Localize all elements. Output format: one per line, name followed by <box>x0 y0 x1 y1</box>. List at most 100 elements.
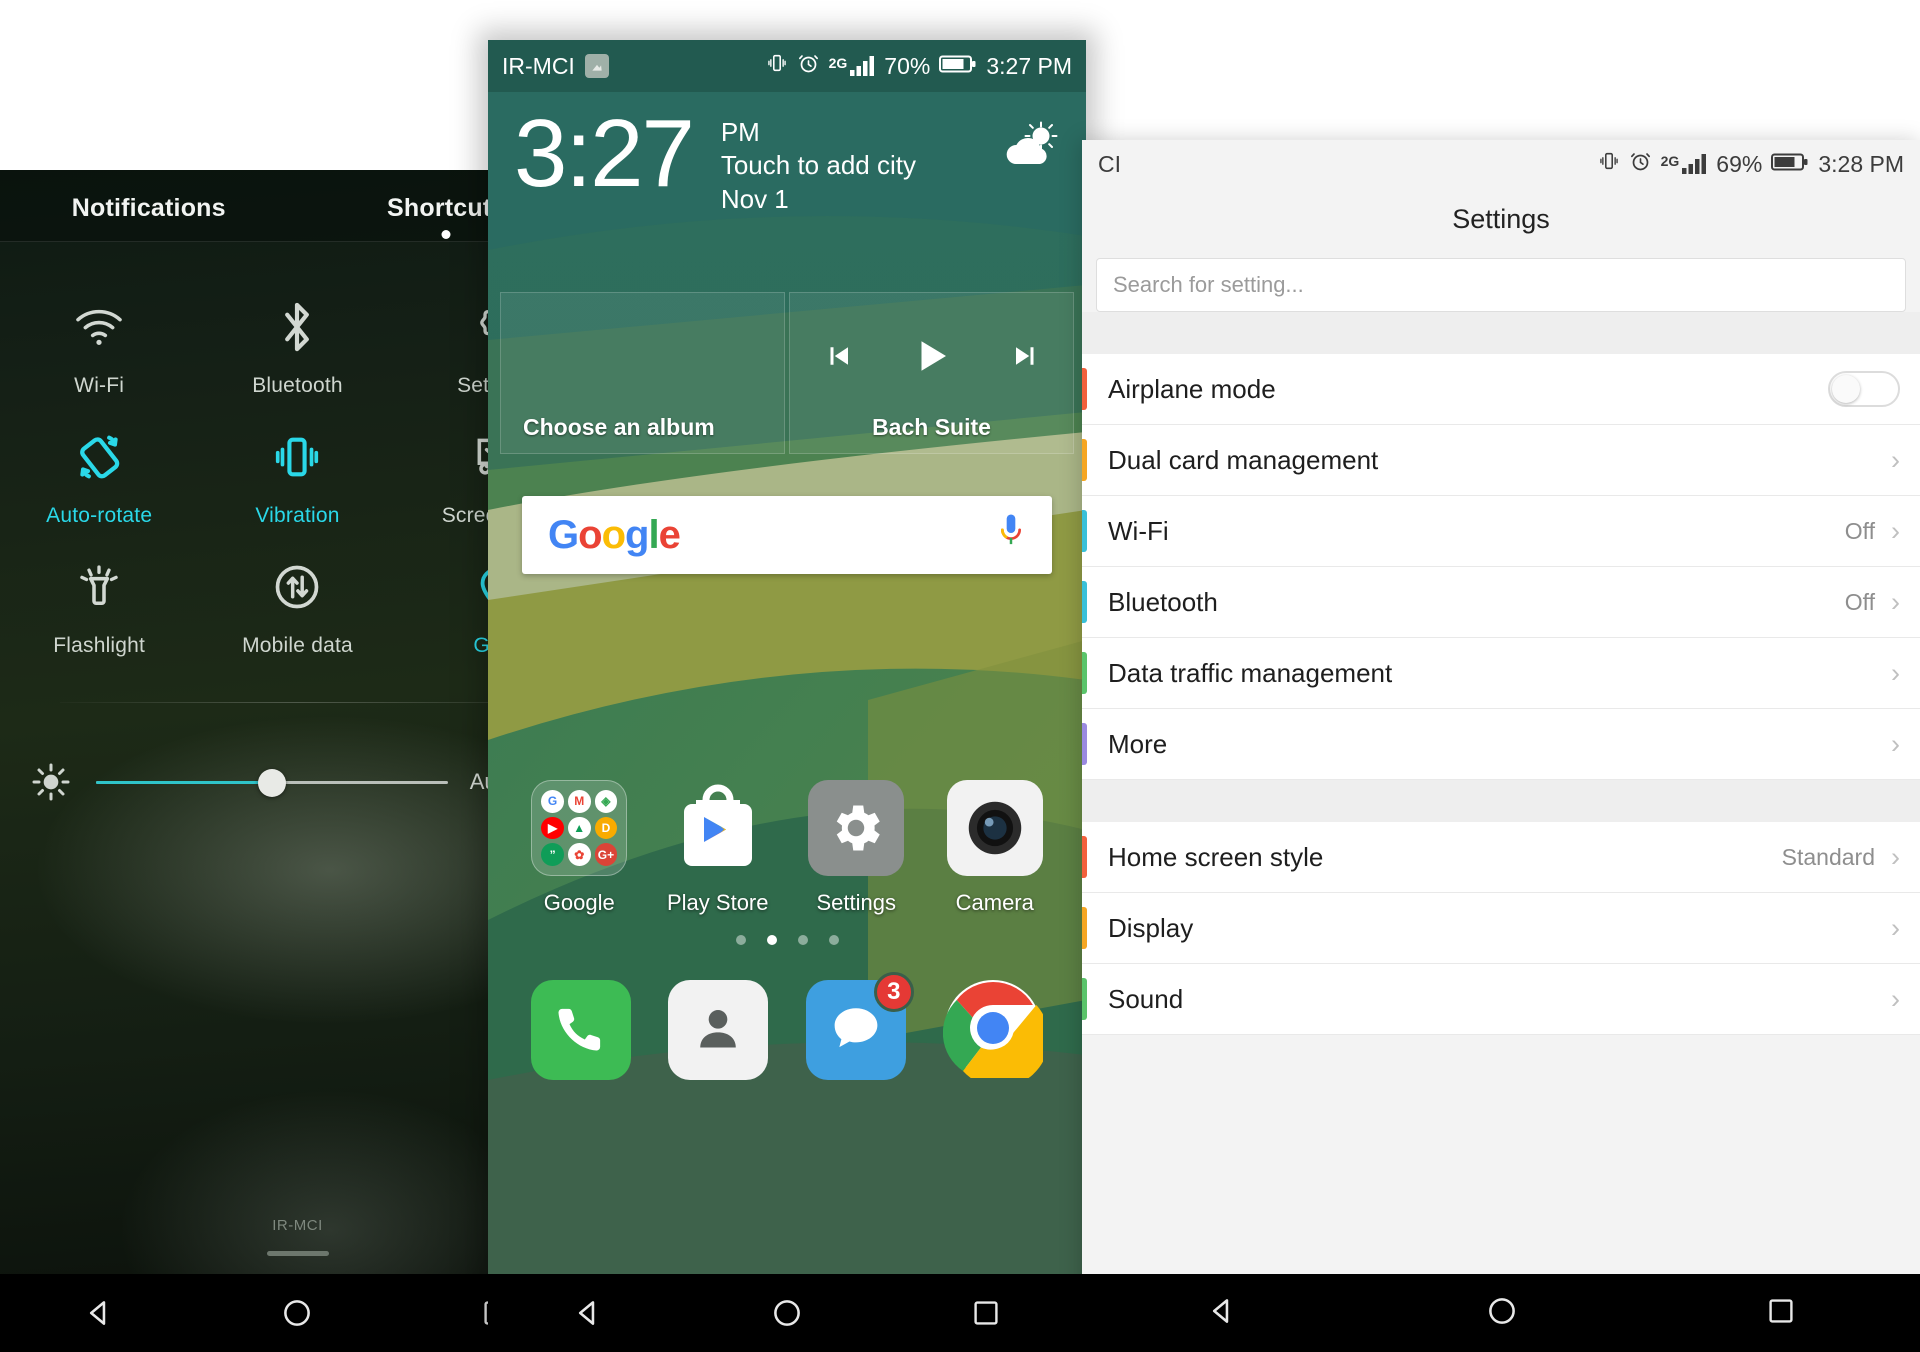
music-widget: Choose an album Bach Suite <box>500 292 1074 454</box>
google-search-bar[interactable]: Google <box>522 496 1052 574</box>
status-right: 2G 70% 3:27 PM <box>766 51 1072 81</box>
settings-navigation-bar <box>1082 1274 1920 1352</box>
page-dot[interactable] <box>735 935 746 945</box>
app-label: Settings <box>816 890 897 915</box>
setting-label: Dual card management <box>1108 444 1379 475</box>
vibrate-icon <box>766 51 788 81</box>
setting-data-traffic-management[interactable]: Data traffic management › <box>1082 638 1920 709</box>
recents-square-icon[interactable] <box>951 1278 1021 1348</box>
tile-vibration-label: Vibration <box>255 504 340 527</box>
accent-bar <box>1082 836 1087 878</box>
app-google-folder[interactable]: G M ◈ ▶ ▲ D ” ✿ G+ Google <box>515 780 643 916</box>
clock-meta: PM Touch to add city Nov 1 <box>721 116 916 216</box>
home-dock: 3 <box>488 970 1086 1090</box>
tile-flashlight-label: Flashlight <box>53 634 146 657</box>
setting-wifi[interactable]: Wi-Fi Off › <box>1082 496 1920 567</box>
setting-more[interactable]: More › <box>1082 709 1920 780</box>
accent-bar <box>1082 652 1087 694</box>
home-circle-icon[interactable] <box>262 1278 332 1348</box>
setting-label: Data traffic management <box>1108 657 1393 688</box>
brightness-slider[interactable] <box>96 767 448 797</box>
album-card[interactable]: Choose an album <box>500 292 785 454</box>
page-dot-active[interactable] <box>766 935 777 945</box>
settings-group-device: Home screen style Standard › Display › S… <box>1082 822 1920 1035</box>
screenshot-stage: Notifications Shortcuts Wi-Fi Bluetooth … <box>0 0 1920 1352</box>
accent-bar <box>1082 907 1087 949</box>
play-store-icon <box>670 780 766 876</box>
tile-bluetooth[interactable]: Bluetooth <box>198 278 396 408</box>
app-label: Camera <box>955 890 1034 915</box>
settings-panel: CI 2G 69% 3:28 PM Settings Search for se… <box>1082 140 1920 1352</box>
tab-notifications[interactable]: Notifications <box>0 194 298 223</box>
tile-bluetooth-label: Bluetooth <box>252 374 343 397</box>
2g-signal-icon: 2G <box>829 55 876 77</box>
previous-icon[interactable] <box>821 341 855 376</box>
status-left: IR-MCI <box>502 53 609 80</box>
back-triangle-icon[interactable] <box>1205 1294 1239 1333</box>
home-circle-icon[interactable] <box>1485 1294 1519 1333</box>
search-input[interactable]: Search for setting... <box>1096 258 1906 312</box>
alarm-icon <box>1629 150 1652 179</box>
tile-vibration[interactable]: Vibration <box>198 408 396 538</box>
setting-display[interactable]: Display › <box>1082 893 1920 964</box>
home-circle-icon[interactable] <box>752 1278 822 1348</box>
page-indicator <box>488 935 1086 945</box>
tile-mobile-data[interactable]: Mobile data <box>198 538 396 668</box>
settings-status-time: 3:28 PM <box>1818 150 1904 177</box>
vibrate-icon <box>1598 149 1620 179</box>
brightness-icon <box>28 759 74 805</box>
contacts-app[interactable] <box>668 980 769 1080</box>
message-icon <box>829 1001 883 1060</box>
setting-airplane-mode[interactable]: Airplane mode <box>1082 354 1920 425</box>
flashlight-icon <box>0 556 198 618</box>
setting-dual-card-management[interactable]: Dual card management › <box>1082 425 1920 496</box>
settings-status-bar: CI 2G 69% 3:28 PM <box>1082 140 1920 188</box>
slider-knob[interactable] <box>257 769 286 797</box>
track-label: Bach Suite <box>872 414 991 440</box>
tile-flashlight[interactable]: Flashlight <box>0 538 198 668</box>
setting-sound[interactable]: Sound › <box>1082 964 1920 1035</box>
phone-app[interactable] <box>530 980 631 1080</box>
app-grid-row: G M ◈ ▶ ▲ D ” ✿ G+ Google Play Store Set… <box>488 780 1086 916</box>
page-dot[interactable] <box>797 935 808 945</box>
app-label: Google <box>543 890 615 915</box>
chevron-right-icon: › <box>1891 444 1900 475</box>
accent-bar <box>1082 368 1087 410</box>
clock-city-hint[interactable]: Touch to add city <box>721 149 916 182</box>
back-triangle-icon[interactable] <box>64 1278 134 1348</box>
next-icon[interactable] <box>1009 341 1043 376</box>
app-camera[interactable]: Camera <box>931 780 1059 916</box>
clock-date: Nov 1 <box>720 183 789 214</box>
tile-mobile-data-label: Mobile data <box>242 634 353 657</box>
app-play-store[interactable]: Play Store <box>654 780 782 916</box>
setting-home-screen-style[interactable]: Home screen style Standard › <box>1082 822 1920 893</box>
clock-weather-widget[interactable]: 3:27 PM Touch to add city Nov 1 <box>488 105 1086 216</box>
chrome-app[interactable] <box>943 979 1050 1087</box>
setting-label: Bluetooth <box>1108 586 1218 617</box>
phone-icon <box>554 1001 608 1060</box>
page-dot[interactable] <box>828 935 839 945</box>
accent-bar <box>1082 581 1087 623</box>
alarm-icon <box>797 52 820 81</box>
chevron-right-icon: › <box>1891 657 1900 688</box>
sim-card-icon <box>584 54 609 78</box>
app-settings[interactable]: Settings <box>792 780 920 916</box>
wallpaper <box>488 40 1086 1352</box>
setting-bluetooth[interactable]: Bluetooth Off › <box>1082 567 1920 638</box>
slider-fill <box>96 781 272 784</box>
search-placeholder: Search for setting... <box>1113 272 1304 297</box>
bluetooth-icon <box>198 296 396 358</box>
back-triangle-icon[interactable] <box>553 1278 623 1348</box>
shade-drag-handle[interactable] <box>266 1251 329 1256</box>
airplane-mode-toggle[interactable] <box>1828 371 1900 407</box>
recents-square-icon[interactable] <box>1765 1295 1797 1332</box>
battery-icon <box>1771 151 1809 178</box>
messages-app[interactable]: 3 <box>805 972 914 1080</box>
mobile-data-icon <box>198 556 396 618</box>
play-icon[interactable] <box>911 335 953 382</box>
tile-wifi[interactable]: Wi-Fi <box>0 278 198 408</box>
settings-section-gap-2 <box>1082 780 1920 822</box>
tile-auto-rotate[interactable]: Auto-rotate <box>0 408 198 538</box>
microphone-icon[interactable] <box>996 512 1026 559</box>
app-label: Play Store <box>667 890 769 915</box>
